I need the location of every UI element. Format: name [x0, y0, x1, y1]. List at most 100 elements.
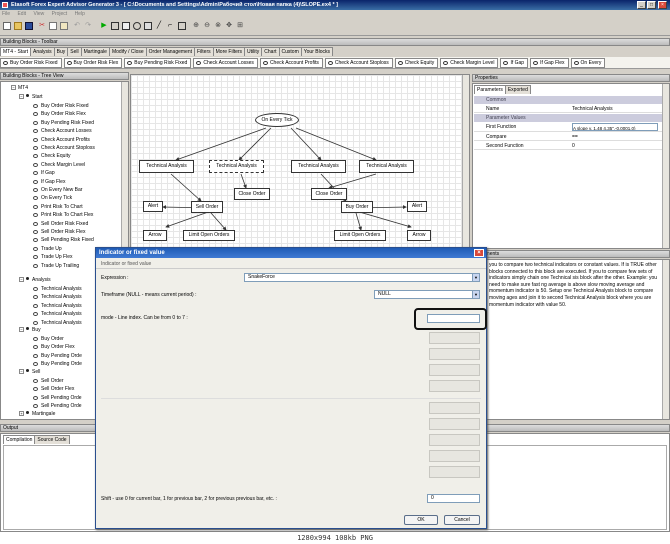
- pan-icon[interactable]: ✥: [225, 22, 233, 30]
- arrow-node-2[interactable]: Arrow: [407, 230, 431, 241]
- block-button[interactable]: Check Margin Level: [440, 58, 499, 68]
- block-button[interactable]: Check Account Profits: [259, 58, 323, 68]
- alert-node-1[interactable]: Alert: [143, 201, 163, 212]
- arrow-node-1[interactable]: Arrow: [143, 230, 167, 241]
- tree-leaf-item[interactable]: Technical Analysis: [33, 293, 82, 301]
- timeframe-dropdown[interactable]: NULL ▼: [374, 290, 480, 299]
- tree-leaf-item[interactable]: Buy Pending Risk Fixed: [33, 119, 94, 127]
- tree-leaf-item[interactable]: Check Account Profits: [33, 136, 90, 144]
- buy-order-node[interactable]: Buy Order: [341, 201, 373, 213]
- save-icon[interactable]: [25, 22, 33, 30]
- tree-leaf-item[interactable]: Trade Up Flex: [33, 253, 73, 261]
- tree-leaf-item[interactable]: Check Equity: [33, 152, 70, 160]
- ok-button[interactable]: OK: [404, 515, 438, 525]
- tree-group-sell[interactable]: − Sell: [19, 368, 40, 376]
- tree-root[interactable]: − MT4: [11, 84, 28, 92]
- new-file-icon[interactable]: [3, 22, 11, 30]
- close-button[interactable]: ×: [658, 1, 667, 9]
- tab-custom[interactable]: Custom: [278, 47, 302, 56]
- tree-leaf-item[interactable]: Trade Up: [33, 245, 62, 253]
- tree-leaf-item[interactable]: Sell Pending Orde: [33, 394, 82, 402]
- tree-leaf-item[interactable]: Technical Analysis: [33, 285, 82, 293]
- tree-group-start[interactable]: − Start: [19, 93, 43, 101]
- tab-order-management[interactable]: Order Management: [145, 47, 196, 56]
- sell-order-node[interactable]: Sell Order: [191, 201, 223, 213]
- maximize-button[interactable]: □: [647, 1, 656, 9]
- technical-analysis-node-2[interactable]: Technical Analysis: [209, 160, 264, 173]
- close-order-node-1[interactable]: Close Order: [234, 188, 270, 200]
- connector-tool-icon[interactable]: ⌐: [166, 22, 174, 30]
- compare-value[interactable]: ==: [572, 133, 578, 141]
- tree-leaf-item[interactable]: Technical Analysis: [33, 310, 82, 318]
- tab-mt4-start[interactable]: MT4 - Start: [0, 47, 32, 56]
- block-button[interactable]: On Every: [570, 58, 606, 68]
- parameter-values-section[interactable]: Parameter Values: [474, 114, 662, 122]
- tree-leaf-item[interactable]: Buy Order Risk Fixed: [33, 102, 89, 110]
- redo-icon[interactable]: ↷: [84, 22, 92, 30]
- tree-leaf-item[interactable]: Sell Pending Orde: [33, 402, 82, 410]
- box-tool-icon[interactable]: [144, 22, 152, 30]
- paste-icon[interactable]: [60, 22, 68, 30]
- menu-file[interactable]: File: [2, 11, 10, 17]
- tree-leaf-item[interactable]: Sell Order Flex: [33, 385, 74, 393]
- tree-group-martingale[interactable]: + Martingale: [19, 410, 55, 418]
- block-button[interactable]: If Gap: [500, 58, 529, 68]
- tree-leaf-item[interactable]: On Every Tick: [33, 194, 72, 202]
- tree-leaf-item[interactable]: Sell Pending Risk Fixed: [33, 236, 94, 244]
- second-function-value[interactable]: 0: [572, 142, 575, 150]
- tab-modify-close[interactable]: Modify / Close: [108, 47, 147, 56]
- technical-analysis-node-4[interactable]: Technical Analysis: [359, 160, 414, 173]
- open-folder-icon[interactable]: [14, 22, 22, 30]
- on-every-tick-node[interactable]: On Every Tick: [255, 113, 299, 127]
- block-button[interactable]: Buy Order Risk Fixed: [0, 58, 62, 68]
- tree-leaf-item[interactable]: Check Account Stoploss: [33, 144, 95, 152]
- text-tool-icon[interactable]: [178, 22, 186, 30]
- cancel-button[interactable]: Cancel: [444, 515, 480, 525]
- tree-leaf-item[interactable]: Sell Order Risk Fixed: [33, 220, 88, 228]
- block-button[interactable]: If Gap Flex: [530, 58, 569, 68]
- tree-leaf-item[interactable]: Check Margin Level: [33, 161, 85, 169]
- tab-parameters[interactable]: Parameters: [474, 85, 506, 94]
- tab-chart[interactable]: Chart: [261, 47, 280, 56]
- tree-leaf-item[interactable]: Sell Order Risk Flex: [33, 228, 85, 236]
- tree-group-buy[interactable]: − Buy: [19, 326, 41, 334]
- tree-leaf-item[interactable]: If Gap: [33, 169, 55, 177]
- block-button[interactable]: Check Account Losses: [193, 58, 258, 68]
- tree-leaf-item[interactable]: Buy Order: [33, 335, 64, 343]
- tree-leaf-item[interactable]: Buy Order Flex: [33, 343, 75, 351]
- mode-input[interactable]: [427, 314, 480, 323]
- tab-filters[interactable]: Filters: [194, 47, 214, 56]
- copy-icon[interactable]: [49, 22, 57, 30]
- shift-input[interactable]: 0: [427, 494, 480, 503]
- first-function-value[interactable]: A slope v. 1.48 4.35",-0.0001,0): [572, 123, 658, 131]
- tree-leaf-item[interactable]: Buy Pending Orde: [33, 352, 82, 360]
- alert-node-2[interactable]: Alert: [407, 201, 427, 212]
- properties-scrollbar[interactable]: [662, 84, 669, 248]
- expression-dropdown[interactable]: SnakeForce ▼: [244, 273, 480, 282]
- tab-exported[interactable]: Exported: [504, 85, 531, 94]
- limit-open-orders-node-1[interactable]: Limit Open Orders: [183, 230, 235, 241]
- tree-leaf-item[interactable]: Print Risk To Chart: [33, 203, 83, 211]
- undo-icon[interactable]: ↶: [73, 22, 81, 30]
- technical-analysis-node-3[interactable]: Technical Analysis: [291, 160, 346, 173]
- zoom-icon[interactable]: ⊗: [214, 22, 222, 30]
- comments-scrollbar[interactable]: [662, 260, 669, 419]
- tree-group-analysis[interactable]: − Analysis: [19, 276, 51, 284]
- cut-icon[interactable]: ✂: [38, 22, 46, 30]
- menu-view[interactable]: View: [33, 11, 44, 17]
- tree-leaf-item[interactable]: Sell Order: [33, 377, 64, 385]
- line-tool-icon[interactable]: ╱: [155, 22, 163, 30]
- minimize-button[interactable]: _: [637, 1, 646, 9]
- menu-edit[interactable]: Edit: [17, 11, 26, 17]
- tab-more-filters[interactable]: More Filters: [212, 47, 246, 56]
- zoom-out-icon[interactable]: ⊖: [203, 22, 211, 30]
- tab-sell[interactable]: Sell: [67, 47, 82, 56]
- block-button[interactable]: Buy Order Risk Flex: [63, 58, 123, 68]
- tree-leaf-item[interactable]: Print Risk To Chart Flex: [33, 211, 93, 219]
- ellipse-tool-icon[interactable]: [133, 22, 141, 30]
- common-section[interactable]: Common: [474, 96, 662, 104]
- limit-open-orders-node-2[interactable]: Limit Open Orders: [334, 230, 386, 241]
- tree-leaf-item[interactable]: Buy Order Risk Flex: [33, 110, 86, 118]
- tree-leaf-item[interactable]: Trade Up Trailing: [33, 262, 79, 270]
- tab-buy[interactable]: Buy: [53, 47, 69, 56]
